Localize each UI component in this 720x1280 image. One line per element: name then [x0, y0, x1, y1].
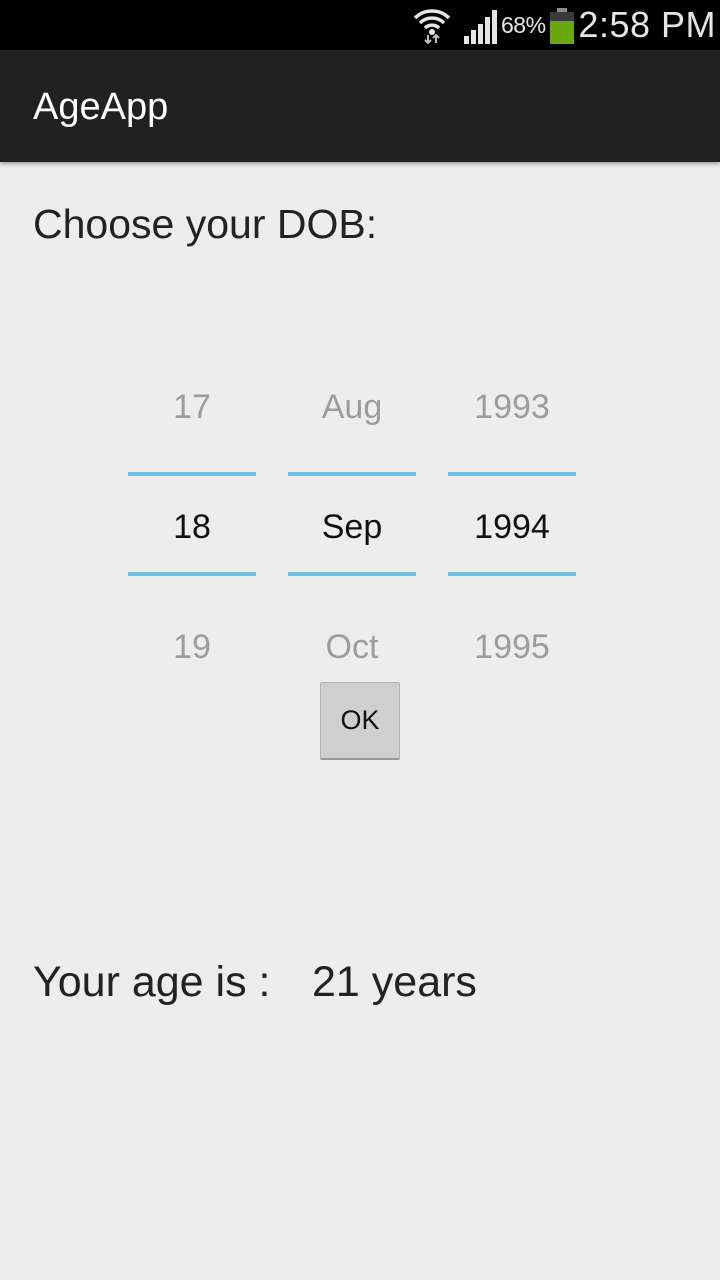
month-prev-value[interactable]: Aug: [288, 388, 416, 427]
dob-prompt: Choose your DOB:: [33, 201, 378, 247]
year-next-value[interactable]: 1995: [448, 628, 576, 667]
action-bar: AgeApp: [0, 50, 720, 162]
picker-divider: [128, 472, 256, 476]
wifi-icon: [413, 9, 451, 44]
month-selected-value[interactable]: Sep: [288, 508, 416, 547]
month-next-value[interactable]: Oct: [288, 628, 416, 667]
month-picker[interactable]: Aug Sep Oct: [288, 370, 416, 670]
battery-percent: 68%: [501, 12, 546, 38]
day-prev-value[interactable]: 17: [128, 388, 256, 427]
signal-icon: [464, 10, 497, 44]
picker-divider: [448, 572, 576, 576]
picker-divider: [288, 572, 416, 576]
age-label: Your age is :: [33, 958, 271, 1006]
screen: 68% 2:58 PM AgeApp Choose your DOB: 17 1…: [0, 0, 720, 1280]
app-title: AgeApp: [33, 86, 169, 128]
battery-icon: [550, 8, 574, 44]
age-value: 21 years: [312, 958, 477, 1006]
year-prev-value[interactable]: 1993: [448, 388, 576, 427]
picker-divider: [448, 472, 576, 476]
picker-divider: [288, 472, 416, 476]
day-picker[interactable]: 17 18 19: [128, 370, 256, 670]
year-picker[interactable]: 1993 1994 1995: [448, 370, 576, 670]
status-bar: 68% 2:58 PM: [0, 0, 720, 50]
day-selected-value[interactable]: 18: [128, 508, 256, 547]
clock: 2:58 PM: [578, 4, 716, 45]
picker-divider: [128, 572, 256, 576]
year-selected-value[interactable]: 1994: [448, 508, 576, 547]
day-next-value[interactable]: 19: [128, 628, 256, 667]
ok-button[interactable]: OK: [320, 682, 400, 760]
